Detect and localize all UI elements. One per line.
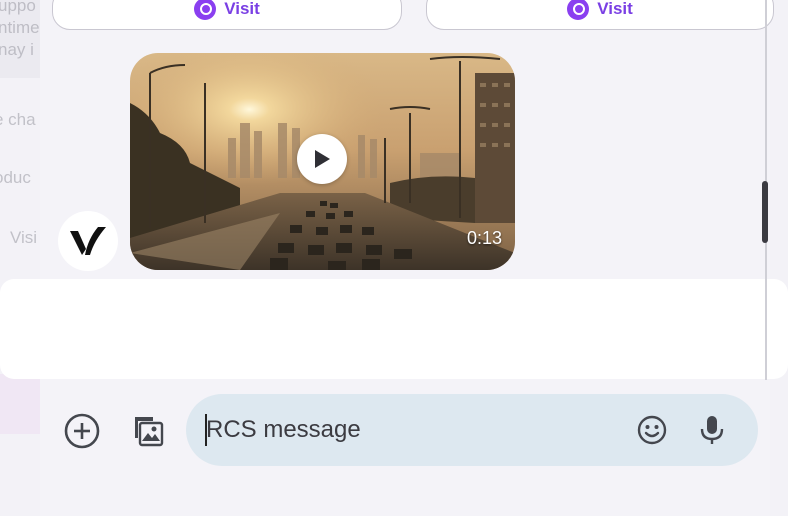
microphone-icon	[700, 416, 724, 444]
video-message[interactable]: 0:13	[130, 53, 515, 270]
emoji-button[interactable]	[632, 410, 672, 450]
add-attachment-button[interactable]	[62, 411, 102, 451]
visit-button-label: Visit	[224, 0, 260, 18]
voice-input-button[interactable]	[692, 410, 732, 450]
background-text: ntime	[0, 18, 40, 37]
gallery-button[interactable]	[128, 411, 168, 451]
scrollbar-thumb[interactable]	[762, 181, 768, 243]
emoji-icon	[637, 415, 667, 445]
overlay-panel	[0, 279, 788, 379]
background-text: nay i	[0, 40, 34, 59]
link-icon	[567, 0, 590, 20]
message-input-placeholder: RCS message	[206, 416, 361, 443]
gallery-icon	[135, 417, 164, 447]
link-icon	[194, 0, 217, 20]
visit-button-label: Visit	[597, 0, 633, 18]
sender-avatar[interactable]	[58, 211, 118, 271]
play-icon	[315, 150, 330, 168]
brand-logo-icon	[70, 227, 106, 255]
background-text: Visi	[10, 228, 38, 247]
background-text: uppo	[0, 0, 36, 15]
add-circle-icon	[64, 413, 100, 449]
play-button[interactable]	[297, 134, 347, 184]
visit-button[interactable]: Visit	[426, 0, 774, 30]
background-text: oduc	[0, 168, 31, 187]
visit-button[interactable]: Visit	[52, 0, 402, 30]
message-input[interactable]: RCS message	[186, 394, 758, 466]
background-text: e cha	[0, 110, 36, 129]
video-duration: 0:13	[466, 228, 502, 248]
